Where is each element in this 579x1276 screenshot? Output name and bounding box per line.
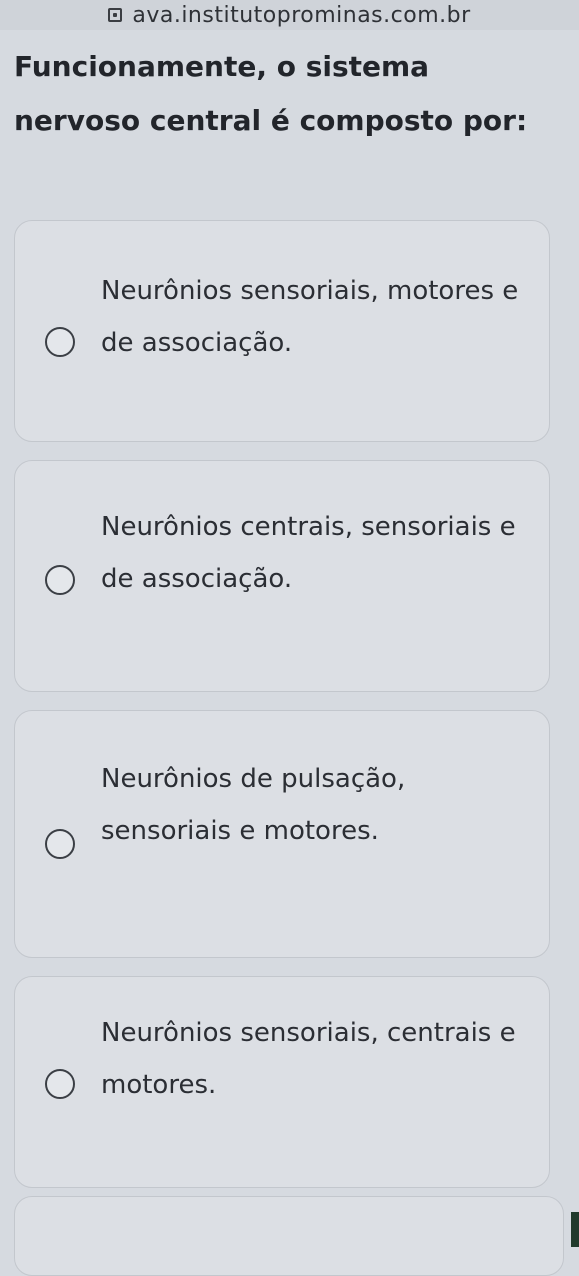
radio-button[interactable] (45, 829, 75, 859)
screen-edge (571, 1212, 579, 1247)
option-label: Neurônios centrais, sensoriais e de asso… (101, 512, 516, 594)
option-label: Neurônios sensoriais, motores e de assoc… (101, 276, 519, 358)
address-bar[interactable]: ava.institutoprominas.com.br (0, 0, 579, 30)
option-d[interactable]: Neurônios sensoriais, centrais e motores… (14, 976, 550, 1188)
option-a[interactable]: Neurônios sensoriais, motores e de assoc… (14, 220, 550, 442)
option-c[interactable]: Neurônios de pulsação, sensoriais e moto… (14, 710, 550, 958)
next-option-card[interactable] (14, 1196, 564, 1276)
question-text: Funcionamente, o sistema nervoso central… (14, 50, 528, 137)
url-text: ava.institutoprominas.com.br (132, 2, 471, 28)
radio-button[interactable] (45, 327, 75, 357)
site-info-icon[interactable] (108, 8, 123, 22)
option-label: Neurônios de pulsação, sensoriais e moto… (101, 764, 406, 846)
option-b[interactable]: Neurônios centrais, sensoriais e de asso… (14, 460, 550, 692)
radio-button[interactable] (45, 565, 75, 595)
option-label: Neurônios sensoriais, centrais e motores… (101, 1018, 516, 1100)
radio-button[interactable] (45, 1069, 75, 1099)
